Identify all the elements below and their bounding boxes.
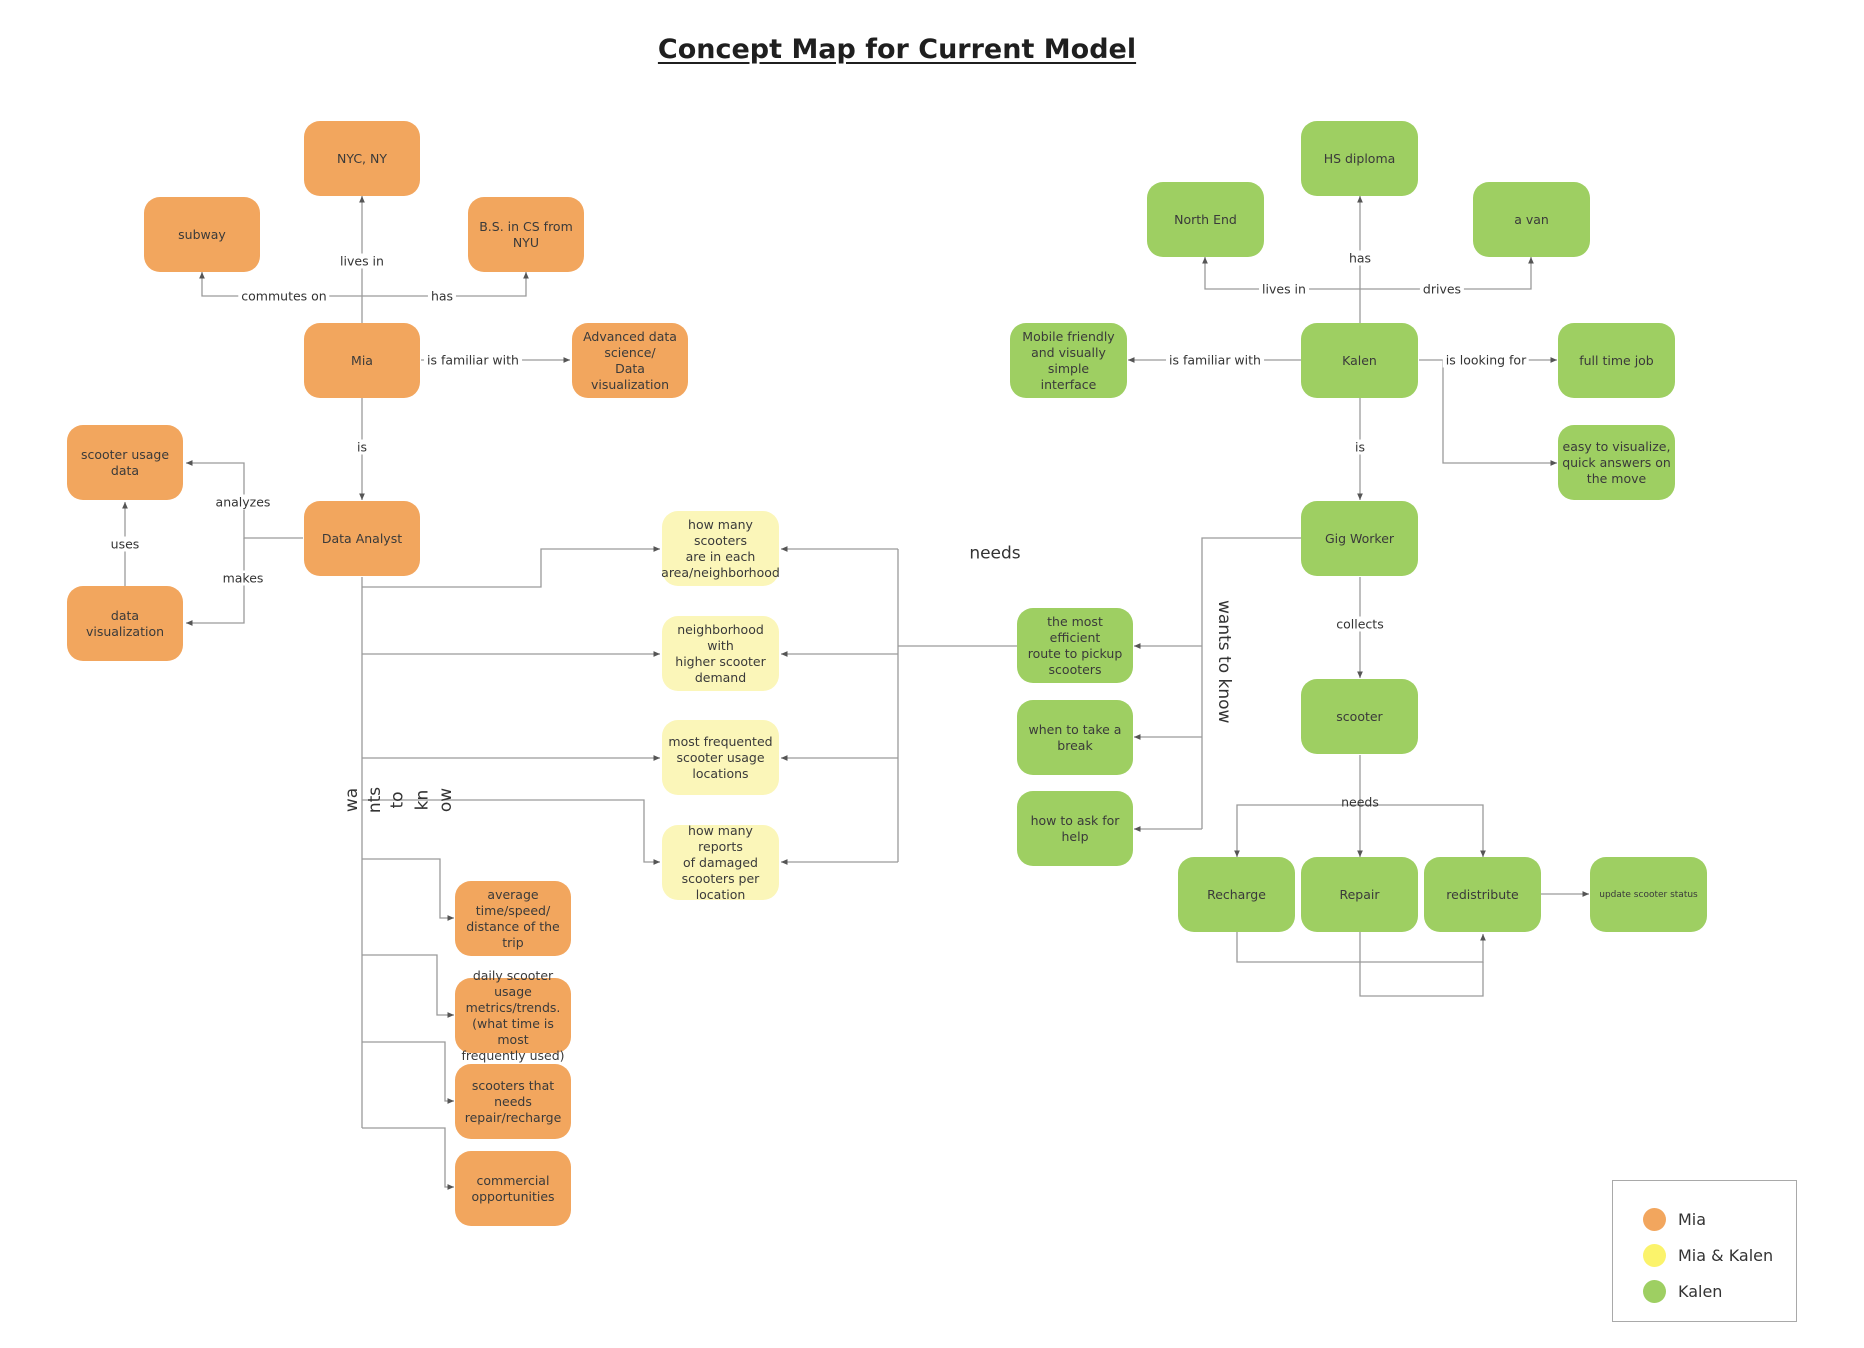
label-wants-to-know-mia-2: nts (365, 786, 386, 814)
node-redistribute[interactable]: redistribute (1424, 857, 1541, 932)
label-wants-to-know-mia-5: ow (436, 787, 457, 813)
label-needs-scooter: needs (1341, 794, 1379, 810)
legend: Mia Mia & Kalen Kalen (1612, 1180, 1797, 1322)
link-to-damaged (362, 799, 660, 865)
node-data-analyst[interactable]: Data Analyst (304, 501, 420, 576)
label-commutes-on: commutes on (238, 288, 330, 304)
node-mobile-friendly[interactable]: Mobile friendly and visually simple inte… (1010, 323, 1127, 398)
node-scooter-usage-data[interactable]: scooter usage data (67, 425, 183, 500)
legend-dot-icon (1643, 1208, 1666, 1231)
node-nyc[interactable]: NYC, NY (304, 121, 420, 196)
legend-dot-icon (1643, 1244, 1666, 1267)
link-to-repair-needs (362, 1041, 454, 1104)
node-repair[interactable]: Repair (1301, 857, 1418, 932)
label-lives-in-mia: lives in (337, 253, 387, 269)
node-avg-time[interactable]: average time/speed/ distance of the trip (455, 881, 571, 956)
node-full-time-job[interactable]: full time job (1558, 323, 1675, 398)
label-collects: collects (1333, 616, 1387, 632)
label-wants-to-know-kalen: wants to know (1214, 600, 1234, 724)
label-needs-shared: needs (969, 543, 1021, 564)
label-is-kalen: is (1352, 439, 1368, 455)
legend-item-kalen: Kalen (1643, 1280, 1722, 1303)
link-kalen-easy (1442, 360, 1557, 466)
label-looking-for: is looking for (1442, 352, 1530, 368)
node-daily-usage[interactable]: daily scooter usage metrics/trends. (wha… (455, 968, 571, 1063)
label-familiar-mia: is familiar with (424, 352, 522, 368)
label-wants-to-know-mia-1: wa (342, 787, 363, 813)
legend-label: Mia & Kalen (1678, 1246, 1774, 1265)
node-mia[interactable]: Mia (304, 323, 420, 398)
node-efficient-route[interactable]: the most efficient route to pickup scoot… (1017, 608, 1133, 683)
node-take-break[interactable]: when to take a break (1017, 700, 1133, 775)
node-needs-repair[interactable]: scooters that needs repair/recharge (455, 1064, 571, 1139)
node-van[interactable]: a van (1473, 182, 1590, 257)
node-damaged-reports[interactable]: how many reports of damaged scooters per… (662, 823, 779, 902)
label-wants-to-know-mia-4: kn (412, 789, 433, 811)
label-has-kalen: has (1345, 250, 1375, 266)
label-analyzes: analyzes (212, 494, 274, 510)
label-is-mia: is (354, 439, 370, 455)
link-repair-redistribute (1359, 932, 1484, 997)
label-wants-to-know-mia-3: to (387, 791, 408, 809)
node-most-frequented[interactable]: most frequented scooter usage locations (662, 720, 779, 795)
legend-label: Kalen (1678, 1282, 1723, 1301)
node-higher-demand[interactable]: neighborhood with higher scooter demand (662, 616, 779, 691)
node-north-end[interactable]: North End (1147, 182, 1264, 257)
node-easy-visualize[interactable]: easy to visualize, quick answers on the … (1558, 425, 1675, 500)
legend-item-mia: Mia (1643, 1208, 1706, 1231)
node-commercial[interactable]: commercial opportunities (455, 1151, 571, 1226)
label-drives: drives (1419, 281, 1465, 297)
node-kalen[interactable]: Kalen (1301, 323, 1418, 398)
legend-dot-icon (1643, 1280, 1666, 1303)
label-has-mia: has (427, 288, 457, 304)
label-makes: makes (219, 570, 267, 586)
node-ask-help[interactable]: how to ask for help (1017, 791, 1133, 866)
link-to-avg (362, 858, 454, 921)
node-data-visualization[interactable]: data visualization (67, 586, 183, 661)
node-hs-diploma[interactable]: HS diploma (1301, 121, 1418, 196)
legend-item-mia-kalen: Mia & Kalen (1643, 1244, 1773, 1267)
node-scooters-per-area[interactable]: how many scooters are in each area/neigh… (661, 511, 780, 586)
link-needs-redistribute (1360, 804, 1486, 857)
node-update-status[interactable]: update scooter status (1590, 857, 1707, 932)
node-recharge[interactable]: Recharge (1178, 857, 1295, 932)
node-subway[interactable]: subway (144, 197, 260, 272)
node-scooter[interactable]: scooter (1301, 679, 1418, 754)
link-to-commercial (362, 1127, 454, 1190)
node-gig-worker[interactable]: Gig Worker (1301, 501, 1418, 576)
label-uses: uses (107, 536, 143, 552)
node-advanced-ds[interactable]: Advanced data science/ Data visualizatio… (572, 323, 688, 398)
legend-label: Mia (1678, 1210, 1707, 1229)
node-bs-cs[interactable]: B.S. in CS from NYU (468, 197, 584, 272)
label-familiar-kalen: is familiar with (1166, 352, 1264, 368)
label-lives-in-kalen: lives in (1259, 281, 1309, 297)
link-to-daily (362, 954, 454, 1018)
link-needs-recharge (1234, 804, 1360, 857)
